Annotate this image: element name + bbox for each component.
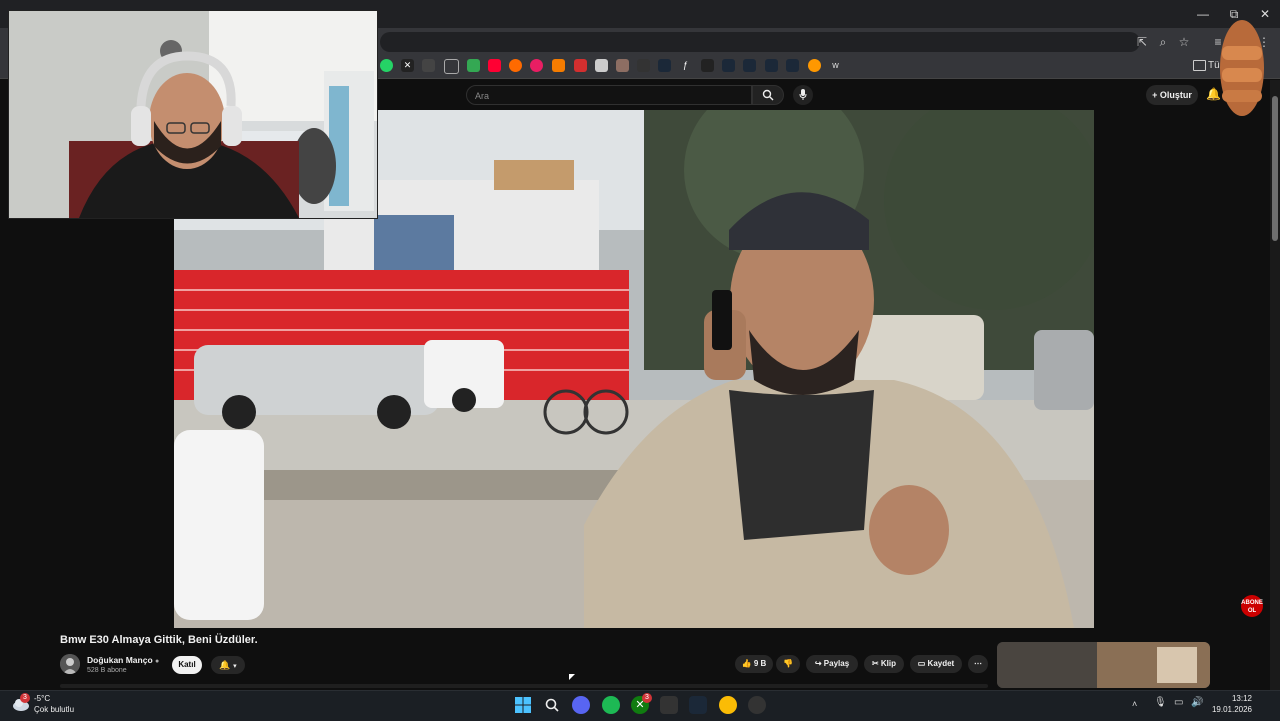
weather-badge: 3 (20, 693, 30, 703)
app-icon[interactable] (660, 696, 678, 714)
steam-bookmark-icon[interactable] (743, 59, 756, 72)
sandal-overlay-image (1218, 18, 1266, 118)
mic-icon (799, 89, 807, 100)
windows-start-icon[interactable] (514, 696, 532, 714)
volume-icon[interactable]: 🔊 (1191, 697, 1203, 708)
youtube-bookmark-icon[interactable] (488, 59, 501, 72)
recommended-video-thumbnail[interactable] (997, 642, 1210, 688)
drive-bookmark-icon[interactable] (467, 59, 480, 72)
channel-avatar[interactable] (60, 654, 80, 674)
mouse-cursor (569, 674, 575, 680)
xbox-badge: 3 (642, 693, 652, 703)
thumbnail-image (997, 642, 1210, 688)
search-input[interactable]: Ara (466, 85, 752, 105)
microphone-icon[interactable]: 🎙 (1154, 697, 1167, 708)
bookmark-icon[interactable]: ƒ (679, 59, 692, 72)
steam-bookmark-icon[interactable] (786, 59, 799, 72)
content-divider (60, 684, 988, 688)
bookmark-icon[interactable] (616, 59, 629, 72)
save-button[interactable]: ▭ Kaydet (910, 655, 962, 673)
webcam-overlay (8, 10, 378, 219)
address-bar[interactable] (380, 32, 1140, 52)
channel-name[interactable]: Doğukan Manço ● (87, 655, 159, 665)
weather-temperature[interactable]: -5°C (34, 694, 50, 703)
save-label: Kaydet (927, 659, 955, 668)
install-app-icon[interactable]: ⇱ (1134, 34, 1150, 50)
x-bookmark-icon[interactable]: ✕ (401, 59, 414, 72)
avatar-image (60, 654, 80, 674)
thumbs-down-icon: 👎 (783, 659, 793, 668)
zoom-icon[interactable]: ⌕ (1155, 34, 1171, 50)
folder-bookmark-icon[interactable] (444, 59, 459, 74)
sandal-graphic (1220, 20, 1264, 116)
clip-button[interactable]: ✂ Klip (864, 655, 904, 673)
bookmark-icon[interactable] (701, 59, 714, 72)
more-actions-button[interactable]: ⋯ (968, 655, 988, 673)
subscribe-badge[interactable]: ABONE OL (1241, 595, 1263, 617)
bell-icon: 🔔 (219, 660, 231, 670)
chevron-down-icon: ▾ (233, 663, 237, 670)
weather-description[interactable]: Çok bulutlu (34, 705, 74, 714)
spotify-icon[interactable] (602, 696, 620, 714)
share-label: Paylaş (823, 659, 850, 668)
search-icon[interactable] (543, 696, 561, 714)
minimize-button[interactable]: — (1188, 4, 1218, 24)
more-horizontal-icon: ⋯ (974, 659, 982, 668)
video-title: Bmw E30 Almaya Gittik, Beni Üzdüler. (60, 634, 258, 646)
voice-search-button[interactable] (793, 85, 813, 105)
bookmark-icon[interactable] (808, 59, 821, 72)
join-button[interactable]: Katıl (172, 656, 202, 674)
create-button[interactable]: + Oluştur (1146, 85, 1198, 105)
whatsapp-bookmark-icon[interactable] (380, 59, 393, 72)
subscription-notifications-button[interactable]: 🔔 ▾ (211, 656, 245, 674)
bookmark-icon[interactable] (422, 59, 435, 72)
bookmark-star-icon[interactable]: ☆ (1176, 34, 1192, 50)
like-count: 9 B (753, 659, 767, 668)
clock-date[interactable]: 19.01.2026 (1208, 705, 1252, 714)
bookmark-icon[interactable]: w (829, 59, 842, 72)
clock-time[interactable]: 13:12 (1212, 694, 1252, 703)
scissors-icon: ✂ (871, 659, 879, 668)
verified-icon: ● (155, 658, 160, 665)
plus-icon: + (1152, 90, 1160, 100)
share-button[interactable]: ↪ Paylaş (806, 655, 858, 673)
bookmark-icon[interactable] (530, 59, 543, 72)
discord-icon[interactable] (572, 696, 590, 714)
subscriber-count: 528 B abone (87, 667, 127, 674)
thumbs-up-icon: 👍 (741, 659, 752, 668)
bookmark-icon[interactable] (552, 59, 565, 72)
scrollbar-thumb[interactable] (1272, 96, 1278, 241)
database-bookmark-icon[interactable] (595, 59, 608, 72)
bookmark-icon[interactable] (509, 59, 522, 72)
chevron-up-icon[interactable]: ˄ (1132, 699, 1137, 709)
steam-bookmark-icon[interactable] (722, 59, 735, 72)
network-icon[interactable]: ▭ (1174, 697, 1183, 708)
steam-bookmark-icon[interactable] (765, 59, 778, 72)
search-button[interactable] (752, 85, 784, 105)
share-icon: ↪ (814, 659, 822, 668)
app-icon[interactable] (748, 696, 766, 714)
dislike-button[interactable]: 👎 (776, 655, 800, 673)
steam-icon[interactable] (689, 696, 707, 714)
save-icon: ▭ (917, 659, 926, 668)
search-icon (762, 89, 774, 101)
channel-name-text: Doğukan Manço (87, 655, 153, 665)
webcam-feed (9, 11, 377, 218)
like-button[interactable]: 👍 9 B (735, 655, 773, 673)
bookmarks-folder-icon[interactable] (1193, 60, 1206, 71)
bookmark-icon[interactable] (574, 59, 587, 72)
bookmark-icon[interactable] (637, 59, 650, 72)
create-label: Oluştur (1159, 90, 1192, 100)
steam-bookmark-icon[interactable] (658, 59, 671, 72)
clip-label: Klip (880, 659, 897, 668)
chrome-icon[interactable] (719, 696, 737, 714)
